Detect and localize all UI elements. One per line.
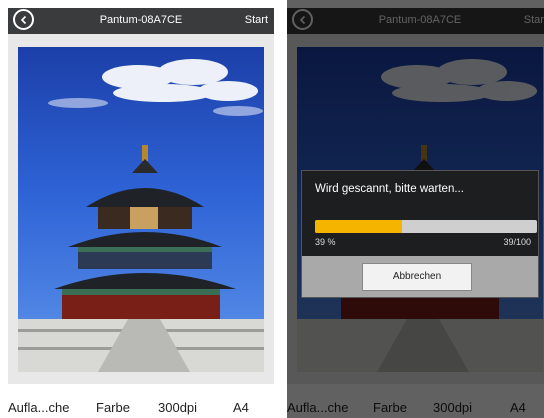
setting-paper-size[interactable]: A4	[233, 400, 249, 415]
preview-frame	[8, 34, 274, 384]
device-title: Pantum-08A7CE	[378, 14, 462, 26]
progress-count: 39/100	[503, 237, 531, 247]
device-title: Pantum-08A7CE	[99, 14, 183, 26]
top-bar: Pantum-08A7CE Start	[8, 8, 274, 34]
progress-bar-fill	[315, 220, 402, 233]
setting-dpi[interactable]: 300dpi	[158, 400, 197, 415]
start-button[interactable]: Start	[524, 14, 544, 26]
scan-settings-bar: Aufla...che Farbe 300dpi A4	[287, 400, 544, 418]
scanning-message: Wird gescannt, bitte warten...	[315, 183, 464, 195]
setting-color[interactable]: Farbe	[96, 400, 130, 415]
setting-color[interactable]: Farbe	[373, 400, 407, 415]
dialog-button-area: Abbrechen	[302, 256, 538, 297]
top-bar: Pantum-08A7CE Start	[287, 8, 544, 34]
setting-dpi[interactable]: 300dpi	[433, 400, 472, 415]
scan-preview-screen: Pantum-08A7CE Start Aufla...che Farbe 30…	[8, 0, 274, 418]
progress-percent: 39 %	[315, 237, 336, 247]
progress-bar	[315, 220, 537, 233]
setting-resolution-mode[interactable]: Aufla...che	[8, 400, 69, 415]
scanning-progress-dialog: Wird gescannt, bitte warten... 39 % 39/1…	[301, 170, 539, 298]
start-button[interactable]: Start	[245, 14, 268, 26]
temple-photo	[18, 47, 264, 372]
setting-paper-size[interactable]: A4	[510, 400, 526, 415]
scanning-screen: Pantum-08A7CE Start	[287, 0, 544, 418]
scanned-photo	[18, 47, 264, 372]
scan-settings-bar: Aufla...che Farbe 300dpi A4	[8, 400, 274, 418]
cancel-button[interactable]: Abbrechen	[362, 263, 472, 291]
setting-resolution-mode[interactable]: Aufla...che	[287, 400, 348, 415]
